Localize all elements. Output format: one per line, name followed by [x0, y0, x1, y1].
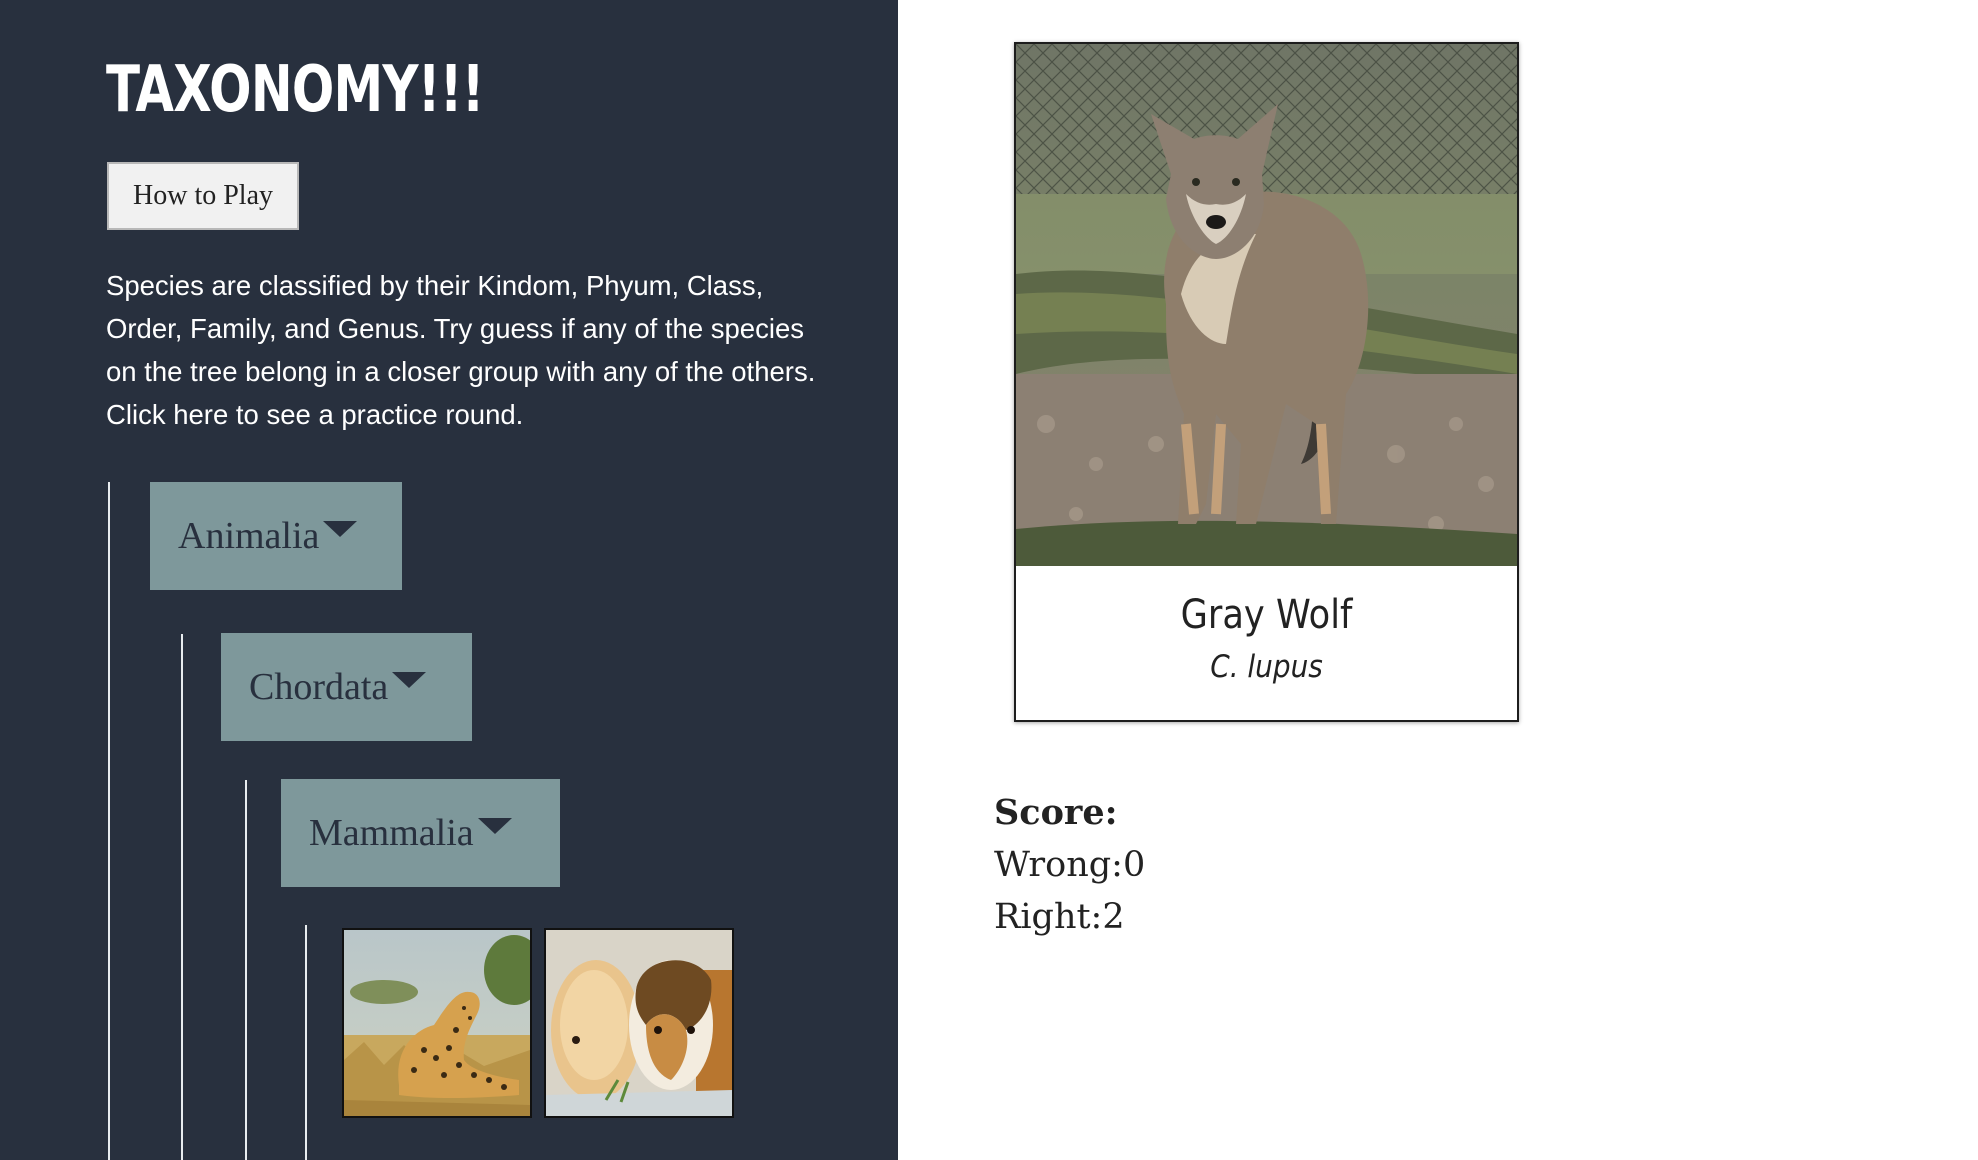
- tree-node-chordata[interactable]: Chordata: [221, 633, 472, 741]
- tree-line-animalia: [108, 482, 110, 1160]
- gray-wolf-photo: [1016, 44, 1517, 566]
- species-scientific-name: C. lupus: [1210, 649, 1323, 685]
- species-common-name: Gray Wolf: [1180, 592, 1353, 638]
- right-count: 2: [1102, 897, 1125, 937]
- node-label: Animalia: [178, 515, 320, 557]
- tree-line-mammalia: [245, 780, 247, 1160]
- tree-node-mammalia[interactable]: Mammalia: [281, 779, 560, 887]
- guinea-pigs-photo-icon: [546, 930, 732, 1116]
- tree-line-leaves: [305, 925, 307, 1160]
- score-wrong: Wrong:0: [994, 845, 1145, 885]
- caret-down-icon: [392, 672, 427, 688]
- game-title: TAXONOMY!!!: [106, 53, 484, 127]
- score-label: Score:: [994, 792, 1118, 833]
- wolf-photo-icon: [1016, 44, 1517, 566]
- caret-down-icon: [323, 521, 358, 537]
- how-to-play-button[interactable]: How to Play: [107, 162, 299, 230]
- tree-line-chordata: [181, 634, 183, 1160]
- tree-node-animalia[interactable]: Animalia: [150, 482, 402, 590]
- species-thumb-leopard[interactable]: [342, 928, 532, 1118]
- caret-down-icon: [477, 818, 512, 834]
- wrong-label: Wrong:: [994, 845, 1123, 885]
- wrong-count: 0: [1122, 845, 1146, 885]
- node-label: Chordata: [249, 666, 389, 708]
- species-card[interactable]: Gray Wolf C. lupus: [1014, 42, 1519, 722]
- leopard-photo-icon: [344, 930, 530, 1116]
- sidebar-panel: TAXONOMY!!! How to Play Species are clas…: [0, 0, 898, 1160]
- species-thumb-guinea-pigs[interactable]: [544, 928, 734, 1118]
- node-label: Mammalia: [309, 812, 474, 854]
- instructions-text[interactable]: Species are classified by their Kindom, …: [106, 264, 826, 436]
- score-right: Right:2: [994, 897, 1125, 937]
- right-label: Right:: [994, 897, 1103, 937]
